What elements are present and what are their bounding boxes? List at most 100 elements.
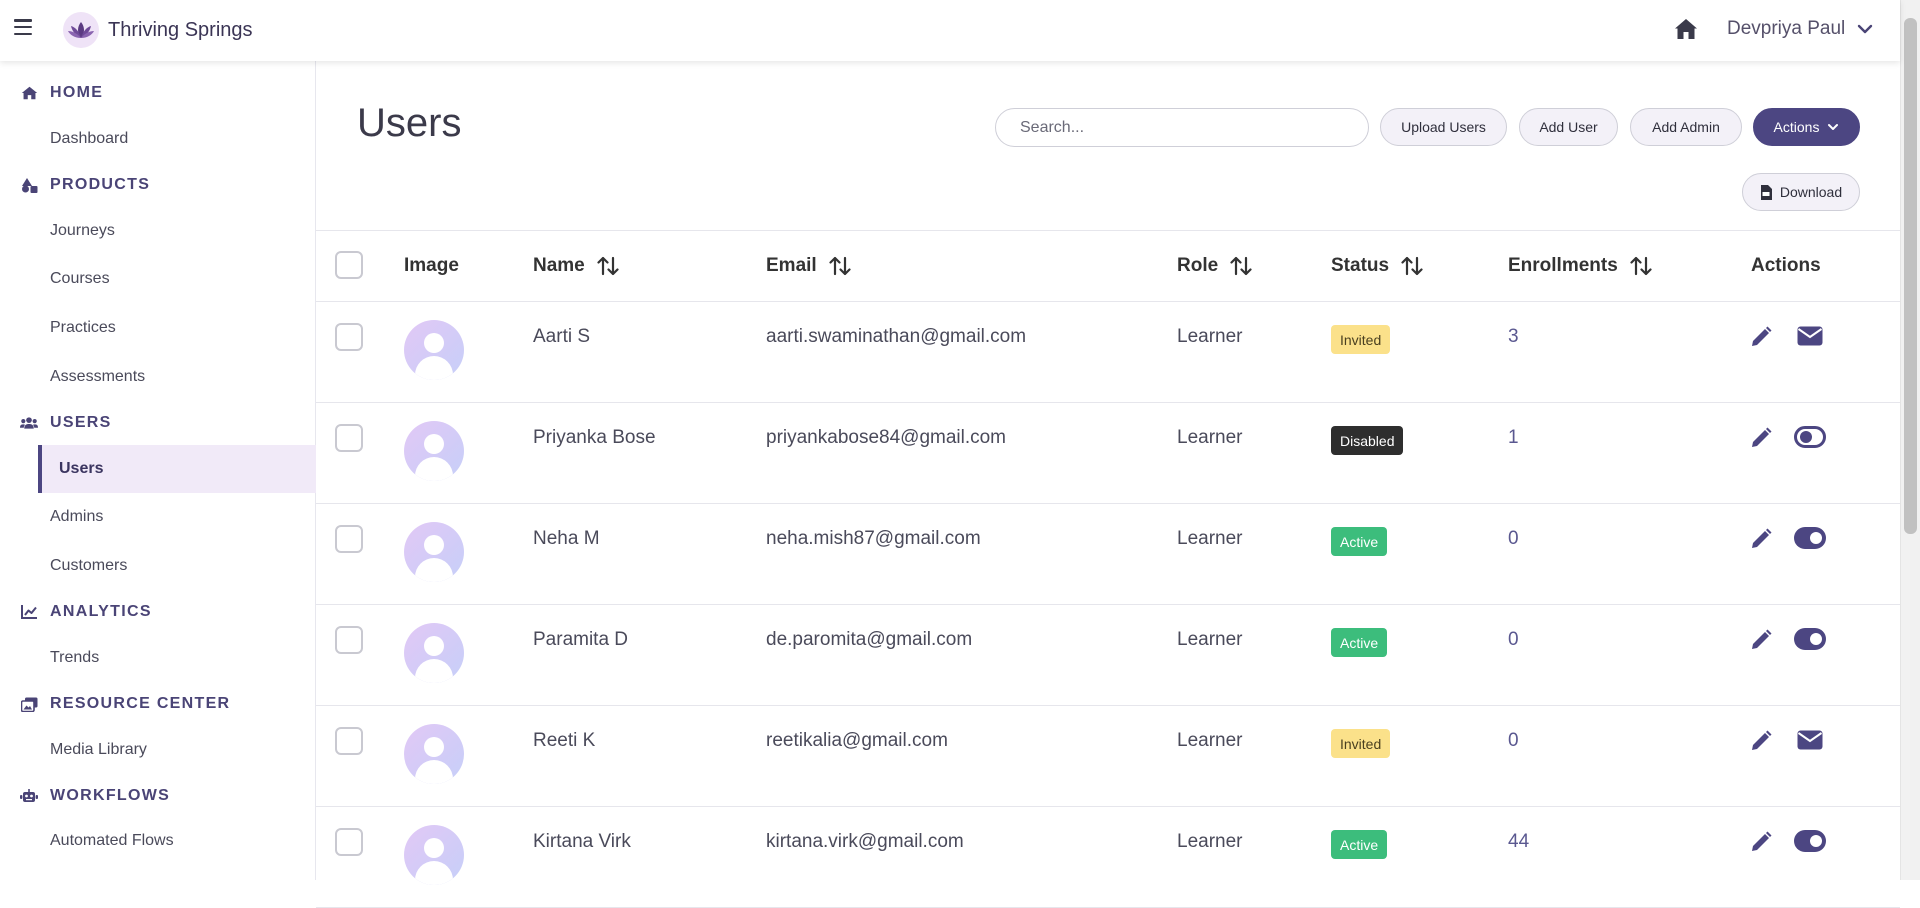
envelope-icon[interactable] — [1794, 728, 1826, 752]
sidebar-item-journeys[interactable]: Journeys — [0, 207, 316, 255]
sort-icon[interactable] — [597, 256, 619, 276]
user-email: kirtana.virk@gmail.com — [766, 831, 964, 852]
edit-icon[interactable] — [1750, 730, 1772, 752]
user-name[interactable]: Priyanka Bose — [533, 427, 656, 449]
edit-icon[interactable] — [1750, 427, 1772, 449]
table-row: Reeti K reetikalia@gmail.com Learner Inv… — [316, 706, 1900, 807]
user-name[interactable]: Neha M — [533, 528, 600, 550]
toggle-on-icon[interactable] — [1794, 829, 1826, 853]
search-input[interactable] — [995, 108, 1369, 147]
sidebar-item-courses[interactable]: Courses — [0, 255, 316, 303]
sidebar-section-home: HOME — [20, 84, 103, 102]
column-header-role[interactable]: Role — [1177, 255, 1252, 277]
enrollment-count: 0 — [1508, 629, 1519, 650]
envelope-icon[interactable] — [1794, 324, 1826, 348]
user-menu[interactable]: Devpriya Paul — [1727, 18, 1873, 40]
edit-icon[interactable] — [1750, 326, 1772, 348]
avatar — [404, 724, 464, 784]
column-header-email[interactable]: Email — [766, 255, 851, 277]
sidebar-section-resource-center: RESOURCE CENTER — [20, 695, 230, 713]
user-name[interactable]: Reeti K — [533, 730, 595, 752]
home-icon[interactable] — [1674, 18, 1698, 42]
sort-icon[interactable] — [1630, 256, 1652, 276]
sidebar-item-dashboard[interactable]: Dashboard — [0, 115, 316, 163]
sidebar-section-analytics: ANALYTICS — [20, 603, 152, 621]
toggle-on-icon[interactable] — [1794, 526, 1826, 550]
user-name[interactable]: Paramita D — [533, 629, 628, 651]
column-header-name[interactable]: Name — [533, 255, 619, 277]
download-button-label: Download — [1779, 184, 1843, 200]
user-name[interactable]: Kirtana Virk — [533, 831, 631, 853]
status-badge: Active — [1331, 830, 1388, 859]
actions-button-label: Actions — [1773, 119, 1820, 135]
brand-name: Thriving Springs — [108, 18, 253, 41]
user-role: Learner — [1177, 730, 1243, 751]
page-scrollbar[interactable] — [1900, 0, 1920, 880]
column-header-enrollments[interactable]: Enrollments — [1508, 255, 1652, 277]
user-email: de.paromita@gmail.com — [766, 629, 973, 650]
hamburger-menu-icon[interactable] — [14, 19, 32, 36]
column-header-status[interactable]: Status — [1331, 255, 1423, 277]
table-row: Paramita D de.paromita@gmail.com Learner… — [316, 605, 1900, 706]
row-checkbox[interactable] — [335, 323, 363, 351]
row-checkbox[interactable] — [335, 828, 363, 856]
table-row: Neha M neha.mish87@gmail.com Learner Act… — [316, 504, 1900, 605]
brand[interactable]: Thriving Springs — [63, 12, 253, 48]
edit-icon[interactable] — [1750, 528, 1772, 550]
table-row: Kirtana Virk kirtana.virk@gmail.com Lear… — [316, 807, 1900, 908]
sort-icon[interactable] — [1230, 256, 1252, 276]
scrollbar-thumb[interactable] — [1904, 18, 1917, 534]
sidebar-section-products: PRODUCTS — [20, 176, 150, 194]
row-checkbox[interactable] — [335, 424, 363, 452]
select-all-checkbox[interactable] — [335, 251, 363, 279]
row-checkbox[interactable] — [335, 626, 363, 654]
user-email: priyankabose84@gmail.com — [766, 427, 1007, 448]
csv-file-icon — [1760, 184, 1772, 200]
status-badge: Active — [1331, 527, 1388, 556]
user-role: Learner — [1177, 528, 1243, 549]
sort-icon[interactable] — [1401, 256, 1423, 276]
enrollment-count: 3 — [1508, 326, 1519, 347]
status-badge: Disabled — [1331, 426, 1404, 455]
sidebar-item-automated-flows[interactable]: Automated Flows — [0, 817, 316, 865]
user-email: neha.mish87@gmail.com — [766, 528, 981, 549]
edit-icon[interactable] — [1750, 629, 1772, 651]
user-name: Devpriya Paul — [1727, 18, 1846, 39]
user-name[interactable]: Aarti S — [533, 326, 590, 348]
column-header-actions: Actions — [1751, 255, 1821, 276]
avatar — [404, 825, 464, 885]
sidebar-item-admins[interactable]: Admins — [0, 493, 316, 541]
sidebar-item-trends[interactable]: Trends — [0, 634, 316, 682]
sidebar-item-media-library[interactable]: Media Library — [0, 726, 316, 774]
avatar — [404, 623, 464, 683]
sidebar-item-customers[interactable]: Customers — [0, 542, 316, 590]
edit-icon[interactable] — [1750, 831, 1772, 853]
row-checkbox[interactable] — [335, 727, 363, 755]
upload-users-button[interactable]: Upload Users — [1380, 108, 1507, 146]
chevron-down-icon — [1858, 24, 1873, 34]
sort-icon[interactable] — [829, 256, 851, 276]
robot-icon — [20, 788, 38, 804]
chevron-down-icon — [1828, 124, 1839, 130]
user-email: reetikalia@gmail.com — [766, 730, 948, 751]
toggle-off-icon[interactable] — [1794, 425, 1826, 449]
download-button[interactable]: Download — [1742, 173, 1860, 211]
user-role: Learner — [1177, 427, 1243, 448]
enrollment-count: 0 — [1508, 730, 1519, 751]
sidebar-section-users: USERS — [20, 414, 112, 432]
sidebar-item-users[interactable]: Users — [38, 445, 316, 493]
row-checkbox[interactable] — [335, 525, 363, 553]
toggle-on-icon[interactable] — [1794, 627, 1826, 651]
add-user-button[interactable]: Add User — [1519, 108, 1618, 146]
sidebar: HOME Dashboard PRODUCTS Journeys Courses… — [0, 61, 316, 880]
avatar — [404, 320, 464, 380]
status-badge: Invited — [1331, 729, 1391, 758]
column-header-image: Image — [404, 255, 459, 276]
sidebar-section-workflows: WORKFLOWS — [20, 787, 170, 805]
status-badge: Active — [1331, 628, 1388, 657]
sidebar-item-practices[interactable]: Practices — [0, 304, 316, 352]
actions-dropdown-button[interactable]: Actions — [1753, 108, 1860, 146]
add-admin-button[interactable]: Add Admin — [1630, 108, 1742, 146]
sidebar-item-assessments[interactable]: Assessments — [0, 353, 316, 401]
table-header: Image Name Email Role Status Enrollments… — [316, 231, 1900, 302]
